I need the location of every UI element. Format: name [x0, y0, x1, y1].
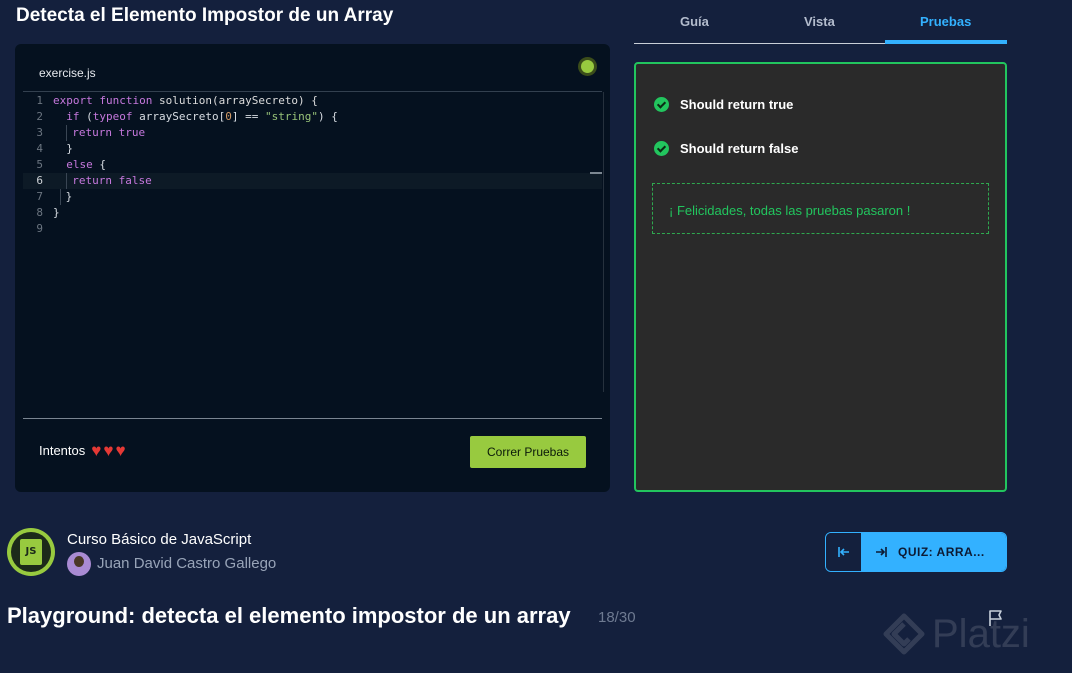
- tab-guide[interactable]: Guía: [680, 14, 709, 29]
- test-label: Should return false: [680, 141, 799, 156]
- code-line[interactable]: 8}: [23, 205, 602, 221]
- success-message: ¡ Felicidades, todas las pruebas pasaron…: [652, 183, 989, 234]
- line-number: 4: [36, 142, 43, 155]
- line-number: 9: [36, 222, 43, 235]
- platzi-watermark: Platzi: [882, 604, 1072, 664]
- course-logo[interactable]: JS: [7, 528, 55, 576]
- test-results-panel: Should return true Should return false ¡…: [634, 62, 1007, 492]
- attempts-label: Intentos: [39, 443, 86, 458]
- line-number: 5: [36, 158, 43, 171]
- js-badge-icon: JS: [20, 539, 42, 565]
- editor-scrollbar[interactable]: [603, 92, 604, 392]
- code-line[interactable]: 5 else {: [23, 157, 602, 173]
- challenge-title: Detecta el Elemento Impostor de un Array: [16, 5, 394, 26]
- arrow-left-to-line-icon: [837, 547, 849, 557]
- brand-name: Platzi: [932, 611, 1030, 656]
- heart-icon: ♥: [115, 441, 126, 460]
- code-line[interactable]: 3 return true: [23, 125, 602, 141]
- editor-file-tab[interactable]: exercise.js: [39, 66, 96, 80]
- panel-tabs: Guía Vista Pruebas: [634, 0, 1007, 45]
- class-progress: 18/30: [598, 609, 636, 626]
- editor-footer-divider: [23, 418, 602, 419]
- line-number: 8: [36, 206, 43, 219]
- author-avatar: [67, 552, 91, 576]
- status-indicator-icon: [578, 57, 597, 76]
- heart-icon: ♥: [103, 441, 114, 460]
- next-class-label: QUIZ: ARRA...: [898, 545, 985, 559]
- line-number: 6: [36, 174, 43, 187]
- previous-class-button[interactable]: [826, 533, 862, 571]
- line-number: 2: [36, 110, 43, 123]
- editor-divider: [23, 91, 602, 92]
- next-class-button[interactable]: QUIZ: ARRA...: [862, 533, 1006, 571]
- tab-tests[interactable]: Pruebas: [920, 14, 971, 29]
- line-number: 1: [36, 94, 43, 107]
- code-line[interactable]: 7 }: [23, 189, 602, 205]
- test-label: Should return true: [680, 97, 794, 112]
- line-number: 3: [36, 126, 43, 139]
- active-tab-indicator: [885, 40, 1007, 44]
- scrollbar-cursor-marker: [590, 172, 602, 174]
- code-line[interactable]: 2 if (typeof arraySecreto[0] == "string"…: [23, 109, 602, 125]
- code-line[interactable]: 4 }: [23, 141, 602, 157]
- tab-view[interactable]: Vista: [804, 14, 835, 29]
- code-line[interactable]: 9: [23, 221, 602, 237]
- author-name: Juan David Castro Gallego: [97, 555, 277, 572]
- class-title: Playground: detecta el elemento impostor…: [7, 603, 571, 628]
- hearts-group: ♥ ♥ ♥: [91, 442, 125, 459]
- run-tests-button[interactable]: Correr Pruebas: [470, 436, 586, 468]
- course-name-link[interactable]: Curso Básico de JavaScript: [67, 531, 251, 548]
- test-result-item: Should return true: [654, 97, 793, 112]
- check-circle-icon: [654, 141, 669, 156]
- code-area[interactable]: 1 export function solution(arraySecreto) …: [23, 93, 602, 413]
- line-number: 7: [36, 190, 43, 203]
- arrow-right-to-line-icon: [876, 547, 887, 557]
- heart-icon: ♥: [91, 441, 102, 460]
- code-editor-card: exercise.js 1 export function solution(ar…: [15, 44, 610, 492]
- code-line-active[interactable]: 6 return false: [23, 173, 602, 189]
- code-line[interactable]: 1 export function solution(arraySecreto) …: [23, 93, 602, 109]
- platzi-logo-icon: [883, 613, 925, 655]
- check-circle-icon: [654, 97, 669, 112]
- flag-icon[interactable]: [986, 608, 1006, 628]
- test-result-item: Should return false: [654, 141, 798, 156]
- class-navigation: QUIZ: ARRA...: [825, 532, 1007, 572]
- attempts-counter: Intentos ♥ ♥ ♥: [39, 442, 126, 459]
